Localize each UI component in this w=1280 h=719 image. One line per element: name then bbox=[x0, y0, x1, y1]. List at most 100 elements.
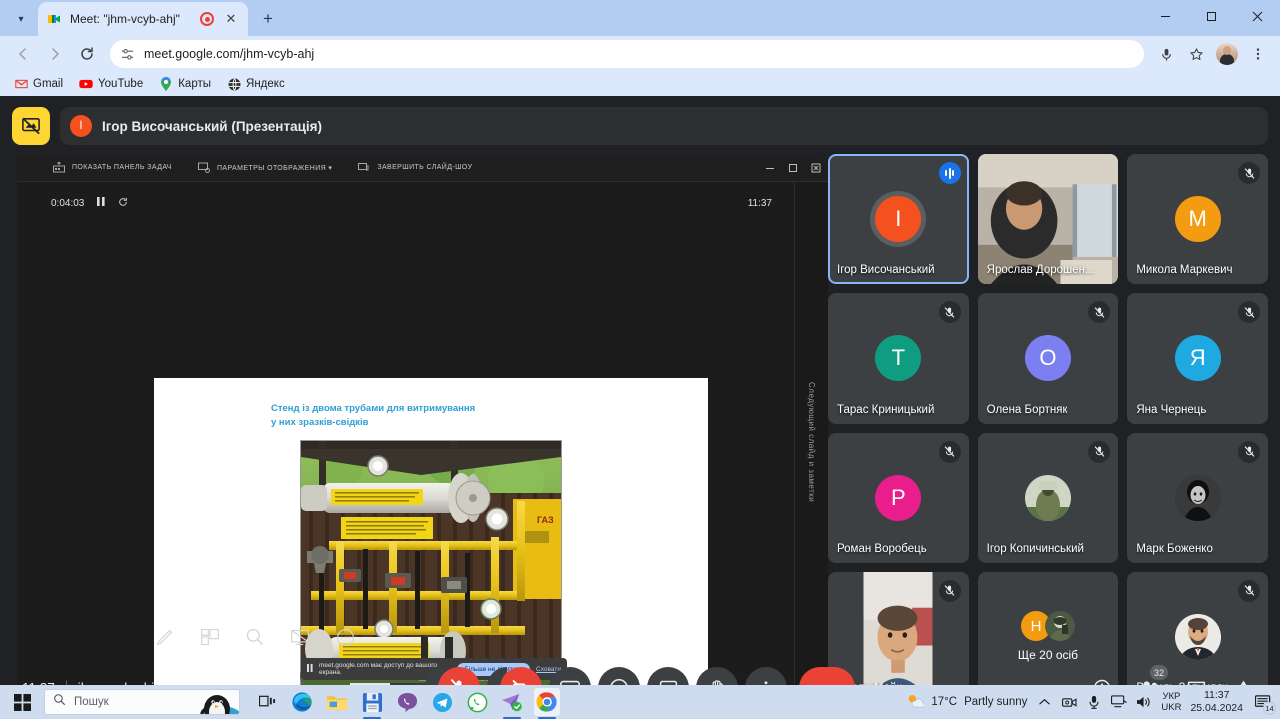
restart-icon[interactable] bbox=[118, 197, 128, 210]
ppt-minimize-button[interactable] bbox=[763, 162, 776, 175]
recording-icon[interactable] bbox=[200, 12, 214, 26]
windows-start-icon[interactable] bbox=[0, 685, 44, 719]
pause-icon[interactable] bbox=[97, 197, 105, 209]
participant-name: Яна Чернець bbox=[1136, 404, 1206, 416]
file-explorer-icon[interactable] bbox=[324, 688, 350, 716]
mic-off-icon bbox=[1238, 162, 1260, 184]
weather-condition: Partly sunny bbox=[964, 696, 1027, 708]
browser-tab[interactable]: Meet: "jhm-vcyb-ahj" ✕ bbox=[38, 2, 248, 36]
participant-tile[interactable]: M Микола Маркевич bbox=[1127, 154, 1268, 284]
penguin-decoration bbox=[191, 689, 240, 715]
task-view-icon[interactable] bbox=[254, 688, 280, 716]
network-icon[interactable] bbox=[1111, 694, 1127, 710]
whatsapp-icon[interactable] bbox=[464, 688, 490, 716]
participant-tile[interactable]: Ярослав Дорошен... bbox=[978, 154, 1119, 284]
three-dot-menu-icon[interactable] bbox=[1244, 40, 1272, 68]
google-maps-icon bbox=[159, 77, 173, 91]
system-time: 11:37 bbox=[1190, 689, 1243, 702]
participant-tile[interactable]: T Тарас Криницький bbox=[828, 293, 969, 423]
forward-icon[interactable] bbox=[40, 39, 70, 69]
powerpoint-window-controls bbox=[763, 154, 822, 182]
maximize-button[interactable] bbox=[1188, 0, 1234, 32]
next-slide-notes-rail[interactable]: Следующий слайд и заметки bbox=[794, 182, 828, 702]
bookmark-label: Яндекс bbox=[246, 78, 285, 90]
tab-title: Meet: "jhm-vcyb-ahj" bbox=[70, 12, 192, 26]
end-show-button[interactable]: Завершить слайд-шоу bbox=[358, 162, 472, 173]
participant-name: Ігор Височанський bbox=[837, 264, 935, 276]
show-taskbar-button[interactable]: Показать панель задач bbox=[53, 162, 172, 173]
toolbar-right-icons bbox=[1152, 40, 1272, 68]
language-line1: УКР bbox=[1161, 691, 1181, 702]
close-icon[interactable]: ✕ bbox=[222, 10, 240, 28]
mic-off-icon bbox=[1238, 301, 1260, 323]
participant-name: Марк Боженко bbox=[1136, 543, 1213, 555]
stop-presenting-icon[interactable] bbox=[12, 107, 50, 145]
display-settings-button[interactable]: Параметры отображения ▾ bbox=[198, 162, 332, 173]
close-window-button[interactable] bbox=[1234, 0, 1280, 32]
clock-widget[interactable]: 11:37 25.04.2024 bbox=[1190, 689, 1243, 715]
participants-count-badge: 32 bbox=[1150, 665, 1168, 680]
bookmark-yandex[interactable]: Яндекс bbox=[221, 75, 291, 93]
notification-count-badge: 14 bbox=[1263, 702, 1276, 715]
shared-screen[interactable]: Показать панель задач Параметры отображе… bbox=[17, 154, 828, 702]
avatar[interactable] bbox=[1216, 43, 1238, 65]
tool-label: Параметры отображения ▾ bbox=[217, 164, 332, 172]
search-input[interactable]: Пошук bbox=[44, 689, 240, 715]
weather-temperature: 17°C bbox=[931, 696, 957, 708]
google-meet-icon bbox=[46, 11, 62, 27]
more-options-icon[interactable] bbox=[332, 624, 358, 650]
telegram-icon[interactable] bbox=[429, 688, 455, 716]
new-tab-button[interactable]: + bbox=[254, 5, 282, 33]
black-screen-icon[interactable] bbox=[287, 624, 313, 650]
star-icon[interactable] bbox=[1182, 40, 1210, 68]
bookmark-maps[interactable]: Карты bbox=[153, 75, 217, 93]
save-disk-app-icon[interactable] bbox=[359, 688, 385, 716]
chevron-up-icon[interactable] bbox=[1036, 694, 1052, 710]
search-icon bbox=[53, 693, 66, 711]
bookmark-gmail[interactable]: Gmail bbox=[8, 75, 69, 93]
language-indicator[interactable]: УКР UKR bbox=[1161, 691, 1181, 714]
participant-tile[interactable]: Ігор Копичинський bbox=[978, 433, 1119, 563]
mic-off-icon bbox=[1238, 580, 1260, 602]
participant-tile[interactable]: P Роман Воробець bbox=[828, 433, 969, 563]
address-bar[interactable]: meet.google.com/jhm-vcyb-ahj bbox=[110, 40, 1144, 68]
google-chrome-icon[interactable] bbox=[534, 688, 560, 716]
ppt-restore-button[interactable] bbox=[786, 162, 799, 175]
language-line2: UKR bbox=[1161, 702, 1181, 713]
mic-off-icon bbox=[1238, 441, 1260, 463]
viber-icon[interactable] bbox=[394, 688, 420, 716]
tab-search-icon[interactable]: ▾ bbox=[6, 6, 36, 32]
window-controls bbox=[1142, 0, 1280, 36]
participant-tile[interactable]: O Олена Бортняк bbox=[978, 293, 1119, 423]
microphone-icon[interactable] bbox=[1086, 694, 1102, 710]
participant-tile[interactable]: Я Яна Чернець bbox=[1127, 293, 1268, 423]
presenter-bar[interactable]: I Ігор Височанський (Презентація) bbox=[60, 107, 1268, 145]
browser-tab-strip: ▾ Meet: "jhm-vcyb-ahj" ✕ + bbox=[0, 0, 1280, 36]
reload-icon[interactable] bbox=[72, 39, 102, 69]
mic-off-icon bbox=[939, 441, 961, 463]
notification-icon[interactable]: 14 bbox=[1252, 691, 1274, 713]
avatar bbox=[1175, 614, 1221, 660]
google-meet-app: I Ігор Височанський (Презентація) Показа… bbox=[0, 96, 1280, 719]
bookmark-label: YouTube bbox=[98, 78, 143, 90]
participant-tile[interactable]: I Ігор Височанський bbox=[828, 154, 969, 284]
send-check-app-icon[interactable] bbox=[499, 688, 525, 716]
avatar bbox=[1045, 611, 1075, 641]
bookmark-youtube[interactable]: YouTube bbox=[73, 75, 149, 93]
presenter-name: Ігор Височанський (Презентація) bbox=[102, 119, 322, 134]
ppt-close-button[interactable] bbox=[809, 162, 822, 175]
microsoft-edge-icon[interactable] bbox=[289, 688, 315, 716]
microphone-icon[interactable] bbox=[1152, 40, 1180, 68]
end-show-icon bbox=[358, 162, 370, 173]
participant-tile[interactable]: Марк Боженко bbox=[1127, 433, 1268, 563]
volume-icon[interactable] bbox=[1136, 694, 1152, 710]
weather-widget[interactable]: 17°C Partly sunny bbox=[906, 693, 1027, 712]
camera-icon[interactable] bbox=[1061, 694, 1077, 710]
tune-icon[interactable] bbox=[118, 45, 136, 63]
avatar bbox=[1175, 475, 1221, 521]
back-icon[interactable] bbox=[8, 39, 38, 69]
all-slides-icon[interactable] bbox=[197, 624, 223, 650]
minimize-button[interactable] bbox=[1142, 0, 1188, 32]
pen-icon[interactable] bbox=[152, 624, 178, 650]
zoom-icon[interactable] bbox=[242, 624, 268, 650]
